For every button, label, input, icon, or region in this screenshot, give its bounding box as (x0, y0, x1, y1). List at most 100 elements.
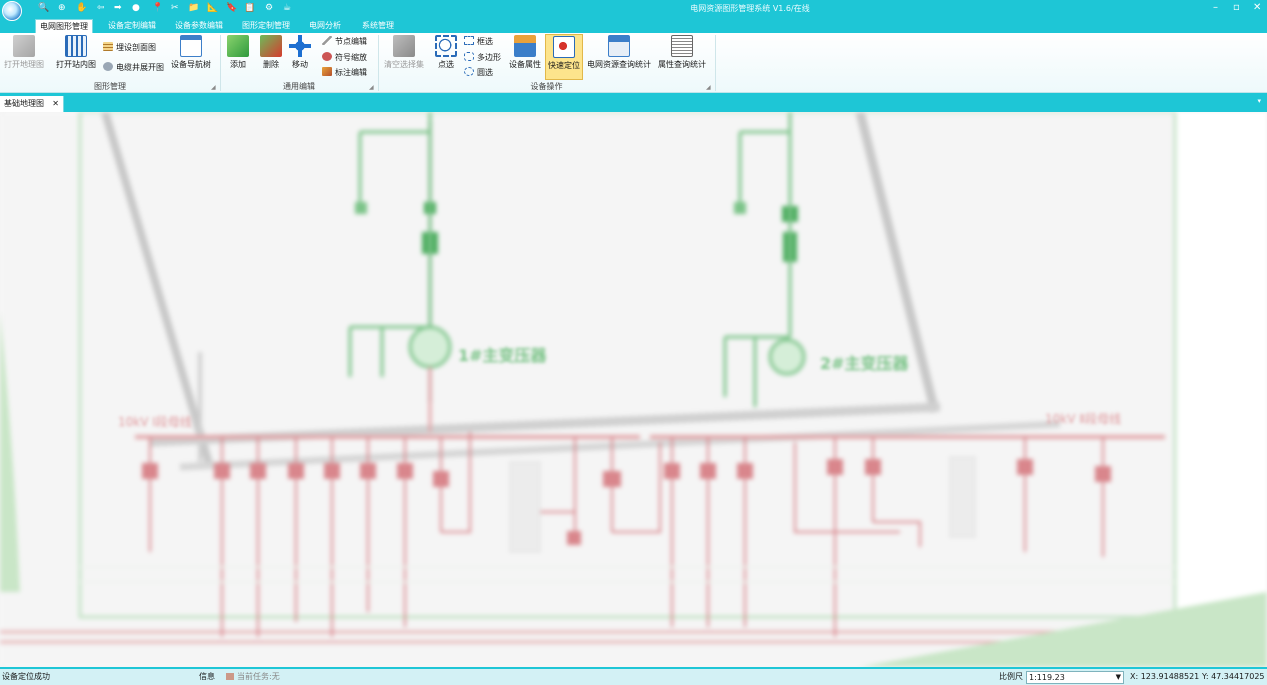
document-tabs: 基础地理图 ✕ ▾ (0, 93, 1267, 112)
station-icon (65, 35, 87, 57)
window-title: 电网资源图形管理系统 V1.6/在线 (690, 4, 810, 13)
status-bar: 设备定位成功 信息 当前任务:无 比例尺 1:119.23 ▼ X: 123.9… (0, 667, 1267, 685)
delete-button[interactable]: 删除 (258, 35, 284, 70)
add-icon (227, 35, 249, 57)
device-tree-label: 设备导航树 (171, 60, 211, 69)
open-station-button[interactable]: 打开站内图 (53, 35, 99, 70)
box-select-button[interactable]: 框选 (464, 36, 493, 47)
circle-select-button[interactable]: 圆选 (464, 67, 493, 78)
tab-device-params[interactable]: 设备参数编辑 (171, 19, 227, 33)
maximize-button[interactable]: ▫ (1233, 1, 1240, 15)
clear-selection-button[interactable]: 清空选择集 (382, 35, 426, 70)
group-graphics-title: 图形管理 (94, 82, 126, 91)
tree-icon (180, 35, 202, 57)
add-button[interactable]: 添加 (225, 35, 251, 70)
add-label: 添加 (230, 60, 246, 69)
group-edit-title: 通用编辑 (283, 82, 315, 91)
symbol-scale-button[interactable]: 符号缩放 (322, 52, 367, 63)
cable-well-icon (103, 62, 113, 71)
polygon-icon (464, 52, 474, 61)
tab-dropdown-icon[interactable]: ▾ (1257, 97, 1261, 105)
ribbon-tabs: 电网图形管理 设备定制编辑 设备参数编辑 图形定制管理 电网分析 系统管理 (0, 17, 1267, 33)
open-map-label: 打开地理图 (4, 60, 44, 69)
point-select-button[interactable]: 点选 (433, 35, 459, 70)
app-logo-icon[interactable] (2, 1, 22, 21)
attribute-icon (514, 35, 536, 57)
resource-query-icon (608, 35, 630, 57)
polygon-select-label: 多边形 (477, 53, 501, 62)
coord-x: X: 123.91488521 (1130, 672, 1200, 681)
doc-tab-label: 基础地理图 (4, 99, 44, 108)
close-button[interactable]: ✕ (1253, 1, 1261, 15)
burial-section-label: 埋设剖面图 (116, 43, 156, 52)
label-edit-label: 标注编辑 (335, 68, 367, 77)
quick-locate-label: 快速定位 (548, 61, 580, 70)
open-map-button[interactable]: 打开地理图 (2, 35, 46, 70)
tab-graphics-custom[interactable]: 图形定制管理 (238, 19, 294, 33)
status-info: 信息 (199, 672, 215, 681)
point-select-label: 点选 (438, 60, 454, 69)
doc-tab-base-map[interactable]: 基础地理图 ✕ (0, 96, 64, 112)
coord-y: Y: 47.34417025 (1202, 672, 1265, 681)
delete-label: 删除 (263, 60, 279, 69)
ribbon: 打开地理图 打开站内图 埋设剖面图 电缆井展开图 设备导航树 图形管理 ◢ 添加… (0, 33, 1267, 93)
attr-query-label: 属性查询统计 (658, 60, 706, 69)
tab-device-custom[interactable]: 设备定制编辑 (104, 19, 160, 33)
attr-query-button[interactable]: 属性查询统计 (655, 35, 709, 70)
transformer2-label: 2#主变压器 (820, 354, 909, 373)
status-message: 设备定位成功 (2, 672, 50, 681)
open-station-label: 打开站内图 (56, 60, 96, 69)
tab-grid-graphics[interactable]: 电网图形管理 (35, 19, 93, 33)
document-icon (671, 35, 693, 57)
doc-tab-close-icon[interactable]: ✕ (52, 96, 59, 112)
status-task-text: 当前任务:无 (237, 672, 280, 681)
label-edit-button[interactable]: 标注编辑 (322, 67, 367, 78)
group3-launcher-icon[interactable]: ◢ (706, 84, 711, 91)
circle-select-icon (464, 67, 474, 76)
title-bar: 🔍 ⊕ ✋ ⇦ ➡ ● 📍 ✂ 📁 📐 🔖 📋 ⚙ ☕ 电网资源图形管理系统 V… (0, 0, 1267, 21)
node-edit-button[interactable]: 节点编辑 (322, 36, 367, 47)
move-arrows-icon (289, 35, 311, 57)
device-attr-label: 设备属性 (509, 60, 541, 69)
tab-system[interactable]: 系统管理 (358, 19, 398, 33)
grid-icon (103, 42, 113, 51)
node-edit-label: 节点编辑 (335, 37, 367, 46)
ribbon-separator (715, 35, 716, 91)
bus2-label: 10kV Ⅱ段母线 (1045, 412, 1122, 426)
burial-section-button[interactable]: 埋设剖面图 (103, 42, 156, 53)
map-canvas[interactable]: 1#主变压器 2#主变压器 10kV Ⅰ段母线 10kV Ⅱ段母线 (0, 112, 1267, 667)
status-task: 当前任务:无 (226, 669, 280, 685)
tab-grid-analysis[interactable]: 电网分析 (305, 19, 345, 33)
group-device-title: 设备操作 (530, 82, 563, 91)
device-tree-button[interactable]: 设备导航树 (168, 35, 214, 70)
quick-locate-button[interactable]: 快速定位 (545, 34, 583, 80)
cable-well-label: 电缆井展开图 (116, 63, 164, 72)
resource-query-button[interactable]: 电网资源查询统计 (585, 35, 653, 70)
move-label: 移动 (292, 60, 308, 69)
group1-launcher-icon[interactable]: ◢ (211, 84, 216, 91)
funnel-icon (393, 35, 415, 57)
scale-label: 比例尺 (999, 672, 1023, 681)
delete-icon (260, 35, 282, 57)
group2-launcher-icon[interactable]: ◢ (369, 84, 374, 91)
label-edit-icon (322, 67, 332, 76)
symbol-scale-icon (322, 52, 332, 61)
pencil-icon (322, 36, 332, 45)
task-icon (226, 673, 234, 680)
resource-query-label: 电网资源查询统计 (587, 60, 651, 69)
scale-select[interactable]: 1:119.23 ▼ (1026, 671, 1124, 684)
minimize-button[interactable]: – (1213, 1, 1218, 15)
chevron-down-icon[interactable]: ▼ (1116, 672, 1121, 683)
substation-diagram (0, 112, 1267, 667)
scale-value: 1:119.23 (1029, 673, 1065, 682)
device-attr-button[interactable]: 设备属性 (507, 35, 543, 70)
cable-well-button[interactable]: 电缆井展开图 (103, 62, 164, 73)
circle-select-label: 圆选 (477, 68, 493, 77)
map-icon (13, 35, 35, 57)
move-button[interactable]: 移动 (287, 35, 313, 70)
polygon-select-button[interactable]: 多边形 (464, 52, 501, 63)
box-select-label: 框选 (477, 37, 493, 46)
bus1-label: 10kV Ⅰ段母线 (118, 415, 192, 429)
transformer1-label: 1#主变压器 (458, 346, 547, 365)
symbol-scale-label: 符号缩放 (335, 53, 367, 62)
